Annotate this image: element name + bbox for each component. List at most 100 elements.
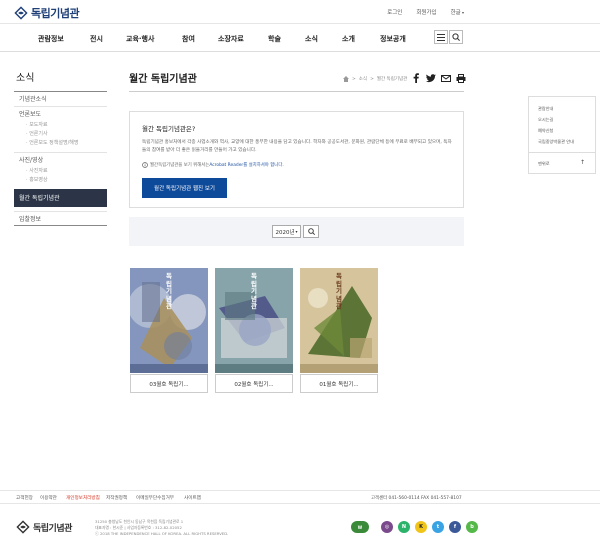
footer-logo: 독립기념관	[16, 520, 72, 534]
all-menu-button[interactable]	[434, 30, 448, 44]
acrobat-reader-link[interactable]: Acrobat Reader를 설치하셔야 합니다.	[209, 162, 283, 168]
main-navigation: 관람정보 전시 교육·행사 참여 소장자료 학술 소식 소개 정보공개	[0, 24, 600, 52]
lnb-item-monthly[interactable]: 월간 독립기념관	[14, 189, 107, 207]
footer-address: 31250 충청남도 천안시 동남구 목천읍 독립기념관로 1 대표자명 : 한…	[95, 519, 228, 538]
year-search-button[interactable]	[303, 225, 319, 238]
quick-item-reservation[interactable]: 예약신청	[538, 128, 553, 134]
language-select[interactable]: 한글	[451, 8, 464, 16]
breadcrumb-separator-icon: >	[352, 76, 356, 82]
site-logo[interactable]: 독립기념관	[14, 5, 80, 21]
gnb-item-visit[interactable]: 관람정보	[38, 34, 64, 44]
cover-title: 독립기념관	[251, 272, 257, 310]
logo-mark-icon	[16, 520, 30, 534]
hamburger-icon	[437, 33, 445, 41]
lnb-sub-video[interactable]: 홍보영상	[14, 176, 107, 185]
back-to-top-label[interactable]: 맨위로	[538, 161, 550, 167]
book-label[interactable]: 02월호 독립기...	[215, 374, 293, 393]
lnb-sub-press-article[interactable]: 언론기사	[14, 130, 107, 139]
year-filter-bar: 2020년	[129, 217, 464, 246]
login-link[interactable]: 로그인	[387, 8, 402, 16]
breadcrumb-separator-icon: >	[370, 76, 374, 82]
lnb-item-bid[interactable]: 입찰정보	[14, 211, 107, 226]
cover-title: 독립기념관	[166, 272, 172, 310]
quick-item-museum-guide[interactable]: 국립중앙박물관 안내	[538, 139, 574, 145]
certification-mark-icon: W	[351, 521, 369, 533]
gnb-item-exhibition[interactable]: 전시	[90, 34, 103, 44]
gnb-item-news[interactable]: 소식	[305, 34, 318, 44]
logo-mark-icon	[14, 6, 28, 20]
utility-menu: 로그인 회원가입 한글	[373, 8, 464, 16]
twitter-icon[interactable]: t	[432, 521, 444, 533]
monthly-info-box: 월간 독립기념관은? 독립기념관 홍보처에서 각종 사업소개와 역사, 교양에 …	[129, 111, 464, 208]
quick-item-directions[interactable]: 오시는길	[538, 117, 553, 123]
footer-link-privacy[interactable]: 개인정보처리방침	[66, 495, 100, 501]
footer-logo-text: 독립기념관	[33, 523, 72, 534]
gnb-item-education[interactable]: 교육·행사	[126, 34, 154, 44]
lnb-sub-photo[interactable]: 사진자료	[14, 167, 107, 176]
gnb-item-about[interactable]: 소개	[342, 34, 355, 44]
lnb-item-photo-video[interactable]: 사진/영상	[14, 152, 107, 167]
gnb-item-disclosure[interactable]: 정보공개	[380, 34, 406, 44]
quick-item-guide[interactable]: 관람안내	[538, 106, 553, 112]
quick-menu: 관람안내 오시는길 예약신청 국립중앙박물관 안내 맨위로 ↑	[528, 96, 596, 174]
quick-divider	[529, 152, 595, 153]
breadcrumb-item-current: 월간 독립기념관	[376, 77, 408, 82]
join-link[interactable]: 회원가입	[416, 8, 436, 16]
arrow-up-icon[interactable]: ↑	[580, 159, 585, 166]
search-icon	[452, 33, 460, 41]
footer-link-sitemap[interactable]: 사이트맵	[184, 495, 201, 501]
facebook-icon[interactable]	[411, 73, 421, 83]
info-title: 월간 독립기념관은?	[142, 125, 196, 133]
book-cover[interactable]: 독립기념관	[215, 268, 293, 373]
band-icon[interactable]: b	[466, 521, 478, 533]
book-card-march[interactable]: 독립기념관 03월호 독립기...	[130, 268, 208, 393]
side-navigation: 기념관소식 언론보도 보도자료 언론기사 언론보도 정책설명/해명 사진/영상 …	[14, 91, 107, 226]
logo-text: 독립기념관	[31, 7, 80, 20]
breadcrumb: > 소식 > 월간 독립기념관	[343, 76, 410, 82]
footer-links: 고객헌장 이용약관 개인정보처리방침 저작권정책 이메일무단수집거부 사이트맵 …	[0, 490, 600, 504]
info-icon	[142, 162, 148, 168]
gnb-tools	[434, 30, 464, 44]
home-icon[interactable]	[343, 76, 349, 82]
gnb-item-participation[interactable]: 참여	[182, 34, 195, 44]
naver-blog-icon[interactable]: N	[398, 521, 410, 533]
info-note-text: 월간독립기념관을 보기 위해서는	[150, 163, 210, 168]
title-divider	[129, 91, 464, 92]
footer-link-copyright[interactable]: 저작권정책	[106, 495, 127, 501]
book-label[interactable]: 03월호 독립기...	[130, 374, 208, 393]
print-icon[interactable]	[456, 73, 466, 83]
facebook-icon[interactable]: f	[449, 521, 461, 533]
book-cover[interactable]: 독립기념관	[300, 268, 378, 373]
share-tools	[406, 73, 466, 83]
search-icon	[307, 228, 315, 235]
top-bar: 독립기념관 로그인 회원가입 한글	[0, 0, 600, 24]
webzine-view-button[interactable]: 월간 독립기념관 웹진 보기	[142, 178, 227, 198]
twitter-icon[interactable]	[426, 73, 436, 83]
breadcrumb-item-news[interactable]: 소식	[359, 76, 367, 82]
site-search-button[interactable]	[449, 30, 463, 44]
lnb-sub-press-policy[interactable]: 언론보도 정책설명/해명	[14, 139, 107, 148]
page-title: 월간 독립기념관	[129, 74, 197, 85]
footer-link-no-email[interactable]: 이메일무단수집거부	[136, 495, 174, 501]
lnb-item-notice[interactable]: 기념관소식	[14, 91, 107, 106]
year-select[interactable]: 2020년	[272, 225, 301, 238]
instagram-icon[interactable]: ◎	[381, 521, 393, 533]
gnb-item-academic[interactable]: 학술	[268, 34, 281, 44]
info-note: 월간독립기념관을 보기 위해서는 Acrobat Reader를 설치하셔야 합…	[142, 162, 284, 168]
cover-title: 독립기념관	[336, 272, 342, 310]
footer-copyright-line: ⓒ 2018 THE INDEPENDENCE HALL OF KOREA. A…	[95, 531, 229, 537]
email-icon[interactable]	[441, 73, 451, 83]
lnb-item-press[interactable]: 언론보도	[14, 106, 107, 121]
book-label[interactable]: 01월호 독립기...	[300, 374, 378, 393]
book-card-february[interactable]: 독립기념관 02월호 독립기...	[215, 268, 293, 393]
kakaostory-icon[interactable]: K	[415, 521, 427, 533]
info-description: 독립기념관 홍보처에서 각종 사업소개와 역사, 교양에 대한 풍부한 내용을 …	[142, 140, 452, 153]
book-cover[interactable]: 독립기념관	[130, 268, 208, 373]
footer-link-charter[interactable]: 고객헌장	[16, 495, 33, 501]
book-card-january[interactable]: 독립기념관 01월호 독립기...	[300, 268, 378, 393]
lnb-title: 소식	[16, 73, 35, 84]
footer-contact: 고객센터 041-560-0114 FAX 041-557-8107	[371, 496, 462, 501]
lnb-sub-press-release[interactable]: 보도자료	[14, 121, 107, 130]
footer-link-terms[interactable]: 이용약관	[40, 495, 57, 501]
gnb-item-collection[interactable]: 소장자료	[218, 34, 244, 44]
